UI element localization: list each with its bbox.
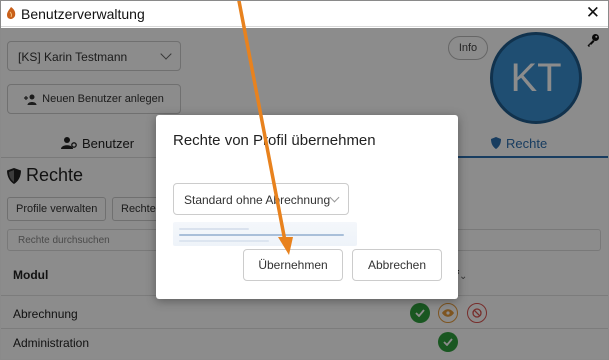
app-icon <box>7 7 16 19</box>
profile-select-value: Standard ohne Abrechnung <box>184 193 331 207</box>
chevron-down-icon <box>329 192 340 203</box>
title-bar: Benutzerverwaltung ✕ <box>1 1 608 27</box>
dropdown-menu-fading <box>173 222 357 246</box>
dialog-title: Rechte von Profil übernehmen <box>173 132 376 149</box>
user-management-window: Benutzerverwaltung ✕ [KS] Karin Testmann… <box>0 0 609 360</box>
window-title: Benutzerverwaltung <box>21 6 145 22</box>
dropdown-ghost-line <box>179 234 344 236</box>
profile-select[interactable]: Standard ohne Abrechnung <box>173 183 349 215</box>
dropdown-ghost-line <box>179 240 269 242</box>
dropdown-ghost-line <box>179 228 249 230</box>
cancel-button[interactable]: Abbrechen <box>352 249 442 281</box>
copy-profile-rights-dialog: Rechte von Profil übernehmen Standard oh… <box>156 115 458 299</box>
close-button[interactable]: ✕ <box>586 3 600 23</box>
apply-button[interactable]: Übernehmen <box>243 249 343 281</box>
